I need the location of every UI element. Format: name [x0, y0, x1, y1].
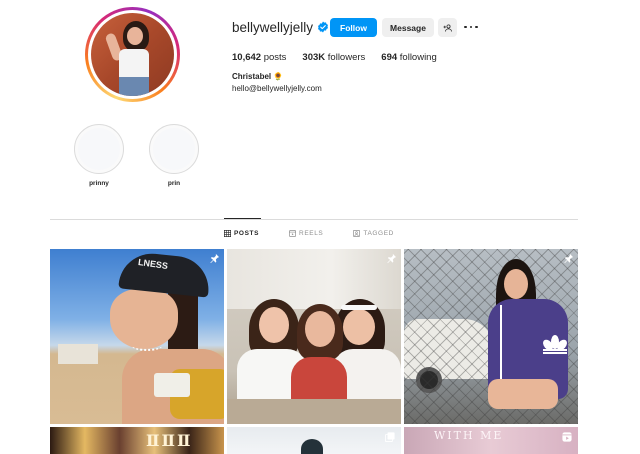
following-count: 694 [381, 52, 398, 63]
followers-count: 303K [302, 52, 326, 63]
table-surface [227, 399, 401, 424]
friend-left-face [259, 307, 289, 343]
post-thumbnail-pink-text[interactable]: WITH ME [404, 427, 578, 454]
grid-icon [224, 230, 231, 237]
highlight-cover [74, 124, 124, 174]
tab-label: REELS [299, 230, 324, 237]
message-button[interactable]: Message [382, 18, 434, 37]
add-user-icon [443, 23, 452, 32]
profile-bio-email: hello@bellywellyjelly.com [232, 84, 322, 93]
more-options-icon[interactable] [464, 22, 478, 32]
tab-posts[interactable]: POSTS [224, 230, 259, 237]
story-highlight[interactable]: prinny [74, 124, 124, 187]
avatar-jeans [119, 77, 149, 96]
subject-face [504, 269, 528, 299]
following-label: following [399, 52, 437, 63]
highlight-label: prinny [89, 180, 109, 187]
tabs-divider [50, 219, 578, 220]
profile-avatar-story-ring[interactable] [85, 7, 180, 102]
dot [464, 25, 467, 29]
post-thumbnail-portrait[interactable] [227, 427, 401, 454]
highlight-label: prin [167, 180, 181, 187]
tab-tagged[interactable]: TAGGED [353, 230, 394, 237]
tab-reels[interactable]: REELS [289, 230, 323, 237]
pinned-post-icon [387, 253, 397, 264]
post-thumbnail-adidas-outfit[interactable] [404, 249, 578, 424]
avatar-face [127, 27, 143, 45]
subject-face [110, 289, 178, 349]
tab-label: POSTS [234, 230, 260, 237]
post-thumbnail-neon-sign[interactable]: ⅡⅡⅡ [50, 427, 224, 454]
posts-count: 10,642 [232, 52, 262, 63]
friend-middle-face [305, 311, 335, 347]
avatar-frame [88, 10, 177, 99]
overlay-script-text: WITH ME [434, 429, 504, 442]
tagged-icon [353, 230, 361, 237]
posts-label: posts [263, 52, 287, 63]
profile-avatar [91, 13, 174, 96]
white-headband [341, 305, 377, 310]
followers-label: followers [327, 52, 366, 63]
highlight-cover [149, 124, 199, 174]
carousel-icon [385, 432, 395, 442]
active-tab-indicator [224, 218, 261, 219]
neon-sign-text: ⅡⅡⅡ [146, 431, 193, 450]
subject-legs [488, 379, 558, 409]
dot [469, 25, 473, 29]
profile-header-row: bellywellyjelly [232, 17, 329, 37]
subject-head [301, 439, 323, 454]
friend-right-face [343, 309, 375, 345]
adidas-trefoil-logo [543, 335, 567, 354]
verified-badge-icon [318, 21, 329, 33]
follow-button[interactable]: Follow [330, 18, 377, 37]
post-thumbnail-beach-selfie[interactable]: LNESS [50, 249, 224, 424]
background-window [227, 249, 401, 309]
followers-stat[interactable]: 303K followers [302, 52, 365, 63]
profile-stats: 10,642 posts 303K followers 694 followin… [232, 52, 453, 63]
profile-tabs: POSTS REELS TAGGED [224, 230, 424, 237]
reel-icon [562, 432, 572, 442]
posts-stat: 10,642 posts [232, 52, 286, 63]
avatar-top [119, 49, 149, 79]
following-stat[interactable]: 694 following [381, 52, 436, 63]
reels-icon [289, 230, 297, 237]
suggest-user-button[interactable] [438, 18, 457, 37]
pinned-post-icon [210, 253, 220, 264]
pearl-necklace [132, 341, 162, 351]
post-thumbnail-three-friends[interactable] [227, 249, 401, 424]
background-building [58, 344, 98, 364]
tab-label: TAGGED [363, 230, 394, 237]
coffee-cup [154, 373, 190, 397]
story-highlight[interactable]: prin [149, 124, 199, 187]
profile-username: bellywellyjelly [232, 19, 314, 35]
profile-full-name: Christabel 🌻 [232, 72, 284, 81]
pinned-post-icon [564, 253, 574, 264]
dot [475, 25, 478, 29]
